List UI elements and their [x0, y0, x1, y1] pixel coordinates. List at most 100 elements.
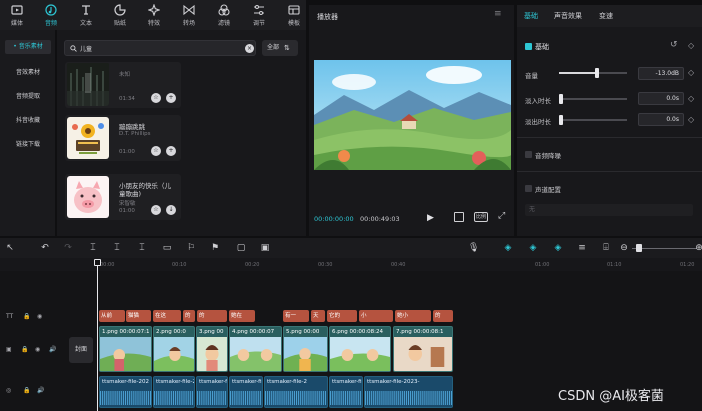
zoom-slider-handle[interactable] [636, 244, 642, 252]
music-card[interactable]: 小朋友的快乐（儿 童歌曲) 宋智敏 01:00 ☆ ↓ [65, 174, 181, 220]
subnav-link-download[interactable]: 链接下载 [5, 138, 51, 152]
expand-icon[interactable]: ⤢ [498, 211, 505, 221]
subnav-sound-effects[interactable]: 音效素材 [5, 66, 51, 80]
select-cursor-icon[interactable]: ↖ [5, 243, 15, 253]
audio-clip[interactable]: ttsmaker-f [196, 376, 228, 408]
audio-clip[interactable]: ttsmaker-fi [329, 376, 363, 408]
crop-icon[interactable]: ▢ [236, 243, 246, 253]
tab-speed[interactable]: 变速 [599, 11, 613, 21]
text-clip[interactable]: 的 [183, 310, 195, 322]
basic-checkbox[interactable] [525, 43, 532, 50]
toolbar-filter[interactable]: 滤镜 [210, 4, 238, 27]
subnav-audio-extract[interactable]: 音频提取 [5, 90, 51, 104]
video-clip[interactable]: 7.png 00:00:08:1 [393, 326, 453, 372]
video-clip[interactable]: 1.png 00:00:07:1 [99, 326, 152, 372]
marker-icon[interactable]: ⚑ [210, 243, 220, 253]
play-icon[interactable]: ▶ [427, 213, 434, 223]
tab-sound-effects[interactable]: 声音效果 [554, 11, 582, 21]
toolbar-adjust[interactable]: 调节 [245, 4, 273, 27]
audio-clip[interactable]: ttsmaker-file-2 [264, 376, 328, 408]
image-icon[interactable]: ▣ [260, 243, 270, 253]
fadein-slider-handle[interactable] [559, 94, 563, 104]
text-clip[interactable]: 的 [197, 310, 227, 322]
denoise-checkbox[interactable] [525, 151, 532, 158]
voice-select[interactable]: 无 [525, 204, 693, 216]
mute-icon[interactable]: 🔊 [37, 387, 44, 394]
video-clip[interactable]: 3.png 00 [196, 326, 228, 372]
microphone-icon[interactable]: 🎙 [468, 243, 479, 253]
favorite-star-icon[interactable]: ☆ [151, 205, 161, 215]
clear-search-icon[interactable]: × [245, 44, 254, 53]
toolbar-transition[interactable]: 转场 [175, 4, 203, 27]
volume-slider-handle[interactable] [595, 68, 599, 78]
filter-all-button[interactable]: 全部 ⇅ [262, 40, 298, 56]
text-clip[interactable]: 有一 [283, 310, 309, 322]
main-track-magnet-icon[interactable]: ◈ [500, 243, 516, 253]
text-clip[interactable]: 的 [433, 310, 453, 322]
text-clip[interactable]: 小 [359, 310, 393, 322]
toolbar-template[interactable]: 模板 [280, 4, 308, 27]
download-icon[interactable]: ↓ [166, 205, 176, 215]
delete-icon[interactable]: ▭ [162, 243, 172, 253]
add-icon[interactable]: + [166, 93, 176, 103]
toolbar-text[interactable]: 文本 [72, 4, 100, 27]
text-clip[interactable]: 从前 [99, 310, 125, 322]
favorite-star-icon[interactable]: ☆ [151, 146, 161, 156]
lock-icon[interactable]: 🔒 [23, 387, 30, 394]
video-clip[interactable]: 2.png 00:0 [153, 326, 195, 372]
menu-icon[interactable]: ≡ [494, 9, 502, 19]
text-clip[interactable]: 它的 [327, 310, 357, 322]
auto-snap-icon[interactable]: ◈ [525, 243, 541, 253]
zoom-in-icon[interactable]: ⊕ [694, 243, 702, 253]
tab-basic[interactable]: 基础 [524, 11, 538, 21]
video-clip[interactable]: 6.png 00:00:08:24 [329, 326, 391, 372]
ratio-button[interactable]: 比例 [474, 212, 488, 222]
text-clip[interactable]: 她小 [395, 310, 431, 322]
mute-icon[interactable]: 🔊 [49, 346, 56, 353]
preview-axis-icon[interactable]: ⌹ [601, 243, 611, 253]
split-left-icon[interactable]: ⌶ [112, 243, 122, 253]
linkage-icon[interactable]: ◈ [550, 243, 566, 253]
audio-clip[interactable]: ttsmaker-file-202 [99, 376, 152, 408]
text-clip[interactable]: 猫猫 [126, 310, 151, 322]
toolbar-effects[interactable]: 特效 [140, 4, 168, 27]
playhead-handle[interactable] [94, 259, 101, 266]
toolbar-audio[interactable]: 音频 [37, 4, 65, 27]
volume-value-field[interactable]: -13.0dB [638, 67, 684, 80]
eye-icon[interactable]: ◉ [37, 313, 42, 320]
lock-icon[interactable]: 🔒 [23, 313, 30, 320]
reset-icon[interactable]: ↺ [670, 40, 678, 50]
keyframe-icon[interactable]: ◇ [688, 115, 694, 124]
subnav-music[interactable]: • 音乐素材 [5, 40, 51, 54]
fadeout-value-field[interactable]: 0.0s [638, 113, 684, 126]
subnav-douyin-favorites[interactable]: 抖音收藏 [5, 114, 51, 128]
fadeout-slider-handle[interactable] [559, 115, 563, 125]
eye-icon[interactable]: ◉ [35, 346, 40, 353]
keyframe-icon[interactable]: ◇ [688, 68, 694, 77]
voice-checkbox[interactable] [525, 185, 532, 192]
audio-clip[interactable]: ttsmaker-fi [229, 376, 263, 408]
toolbar-sticker[interactable]: 贴纸 [106, 4, 134, 27]
lock-icon[interactable]: 🔒 [21, 346, 28, 353]
fadeout-slider[interactable] [559, 119, 627, 121]
audio-clip[interactable]: ttsmaker-file-2023- [364, 376, 453, 408]
freeze-icon[interactable]: ⚐ [186, 243, 196, 253]
playhead[interactable] [97, 259, 98, 411]
text-clip[interactable]: 在这 [153, 310, 181, 322]
audio-clip[interactable]: ttsmaker-file-202 [153, 376, 195, 408]
video-clip[interactable]: 5.png 00:00 [283, 326, 328, 372]
fullscreen-crop-icon[interactable] [454, 212, 464, 222]
redo-icon[interactable]: ↷ [63, 243, 73, 253]
search-bar[interactable]: 儿童 × [64, 40, 256, 56]
music-card[interactable]: 未知 01:34 ☆ + [65, 62, 181, 108]
keyframe-icon[interactable]: ◇ [688, 41, 694, 50]
undo-icon[interactable]: ↶ [40, 243, 50, 253]
zoom-out-icon[interactable]: ⊖ [619, 243, 629, 253]
fadein-slider[interactable] [559, 98, 627, 100]
fadein-value-field[interactable]: 0.0s [638, 92, 684, 105]
add-icon[interactable]: + [166, 146, 176, 156]
text-clip[interactable]: 天 [311, 310, 325, 322]
favorite-star-icon[interactable]: ☆ [151, 93, 161, 103]
align-icon[interactable]: ≡ [577, 243, 587, 253]
keyframe-icon[interactable]: ◇ [688, 94, 694, 103]
